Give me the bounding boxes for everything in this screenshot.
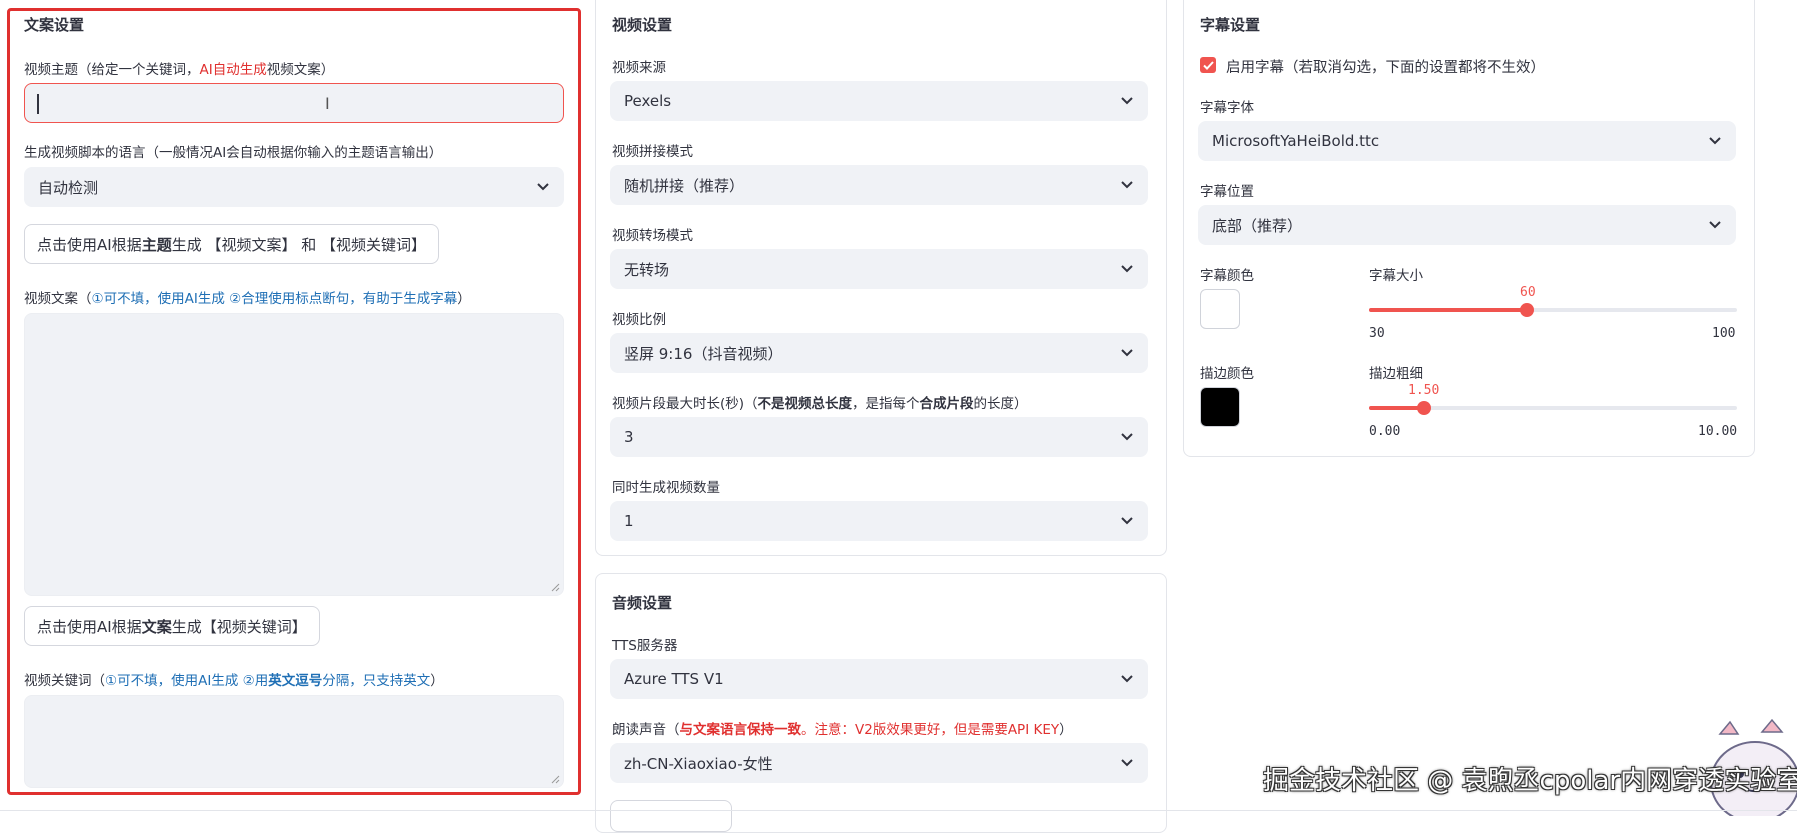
resize-grip-icon (551, 583, 560, 592)
video-settings-title: 视频设置 (612, 16, 673, 34)
enable-subtitle-label: 启用字幕（若取消勾选，下面的设置都将不生效） (1226, 60, 1545, 76)
subtitle-font-label: 字幕字体 (1200, 100, 1254, 116)
subtitle-font-select[interactable]: MicrosoftYaHeiBold.ttc (1198, 121, 1736, 161)
script-label: 视频文案（①可不填，使用AI生成 ②合理使用标点断句，有助于生成字幕） (24, 291, 471, 307)
topic-label: 视频主题（给定一个关键词，AI自动生成视频文案） (24, 62, 335, 78)
clip-duration-select[interactable]: 3 (610, 417, 1148, 457)
chevron-down-icon (1708, 218, 1722, 232)
chevron-down-icon (1120, 672, 1134, 686)
aspect-ratio-label: 视频比例 (612, 312, 666, 328)
chevron-down-icon (1120, 178, 1134, 192)
subtitle-position-select[interactable]: 底部（推荐） (1198, 205, 1736, 245)
ibeam-cursor-icon: I (325, 94, 330, 113)
stroke-color-label: 描边颜色 (1200, 366, 1254, 382)
copy-settings-title: 文案设置 (24, 16, 85, 34)
subtitle-settings-title: 字幕设置 (1200, 16, 1261, 34)
clip-duration-label: 视频片段最大时长(秒)（不是视频总长度，是指每个合成片段的长度） (612, 396, 1028, 412)
keywords-textarea[interactable] (24, 695, 564, 788)
generate-keywords-button[interactable]: 点击使用AI根据 文案 生成【视频关键词】 (24, 606, 320, 646)
subtitle-color-label: 字幕颜色 (1200, 268, 1254, 284)
topic-input[interactable]: I (24, 83, 564, 123)
audio-settings-panel: 音频设置 TTS服务器 Azure TTS V1 朗读声音（与文案语言保持一致。… (595, 573, 1167, 833)
video-count-label: 同时生成视频数量 (612, 480, 720, 496)
language-label: 生成视频脚本的语言（一般情况AI会自动根据你输入的主题语言输出） (24, 145, 443, 161)
concat-mode-label: 视频拼接模式 (612, 144, 693, 160)
chevron-down-icon (1708, 134, 1722, 148)
chevron-down-icon (1120, 430, 1134, 444)
video-count-select[interactable]: 1 (610, 501, 1148, 541)
aspect-ratio-select[interactable]: 竖屏 9:16（抖音视频） (610, 333, 1148, 373)
text-cursor (37, 94, 39, 114)
slider-thumb[interactable] (1520, 303, 1535, 317)
concat-mode-select[interactable]: 随机拼接（推荐） (610, 165, 1148, 205)
generate-script-button[interactable]: 点击使用AI根据 主题 生成 【视频文案】 和 【视频关键词】 (24, 224, 440, 264)
tts-server-select[interactable]: Azure TTS V1 (610, 659, 1148, 699)
transition-mode-label: 视频转场模式 (612, 228, 693, 244)
watermark-text: 掘金技术社区 @ 袁煦丞cpolar内网穿透实验室 (1263, 766, 1797, 796)
stroke-width-max: 10.00 (1698, 424, 1738, 439)
enable-subtitle-checkbox[interactable] (1200, 57, 1216, 73)
tts-server-label: TTS服务器 (612, 638, 678, 654)
bottom-divider (0, 810, 1797, 811)
chevron-down-icon (1120, 346, 1134, 360)
checkmark-icon (1202, 60, 1214, 70)
stroke-width-value: 1.50 (1408, 383, 1440, 398)
video-settings-panel: 视频设置 视频来源 Pexels 视频拼接模式 随机拼接（推荐） 视频转场模式 … (595, 0, 1167, 556)
stroke-color-picker[interactable] (1200, 387, 1240, 427)
subtitle-size-slider[interactable] (1369, 303, 1737, 317)
subtitle-position-label: 字幕位置 (1200, 184, 1254, 200)
stroke-width-label: 描边粗细 (1369, 366, 1423, 382)
chevron-down-icon (1120, 94, 1134, 108)
chevron-down-icon (1120, 262, 1134, 276)
subtitle-size-value: 60 (1520, 285, 1536, 300)
voice-label: 朗读声音（与文案语言保持一致。注意：V2版效果更好，但是需要API KEY） (612, 722, 1073, 738)
subtitle-size-min: 30 (1369, 326, 1385, 341)
stroke-width-min: 0.00 (1369, 424, 1401, 439)
subtitle-settings-panel: 字幕设置 启用字幕（若取消勾选，下面的设置都将不生效） 字幕字体 Microso… (1183, 0, 1755, 457)
partial-button[interactable] (610, 800, 732, 832)
subtitle-color-picker[interactable] (1200, 289, 1240, 329)
resize-grip-icon (551, 775, 560, 784)
script-textarea[interactable] (24, 313, 564, 596)
keywords-label: 视频关键词（①可不填，使用AI生成 ②用英文逗号分隔，只支持英文） (24, 673, 444, 689)
video-source-label: 视频来源 (612, 60, 666, 76)
subtitle-size-max: 100 (1712, 326, 1736, 341)
slider-thumb[interactable] (1417, 401, 1432, 415)
transition-mode-select[interactable]: 无转场 (610, 249, 1148, 289)
language-select[interactable]: 自动检测 (24, 167, 564, 207)
stroke-width-slider[interactable] (1369, 401, 1737, 415)
copy-settings-panel: 文案设置 视频主题（给定一个关键词，AI自动生成视频文案） I 生成视频脚本的语… (7, 8, 581, 795)
subtitle-size-label: 字幕大小 (1369, 268, 1423, 284)
audio-settings-title: 音频设置 (612, 594, 673, 612)
chevron-down-icon (536, 180, 550, 194)
chevron-down-icon (1120, 514, 1134, 528)
video-source-select[interactable]: Pexels (610, 81, 1148, 121)
voice-select[interactable]: zh-CN-Xiaoxiao-女性 (610, 743, 1148, 783)
chevron-down-icon (1120, 756, 1134, 770)
